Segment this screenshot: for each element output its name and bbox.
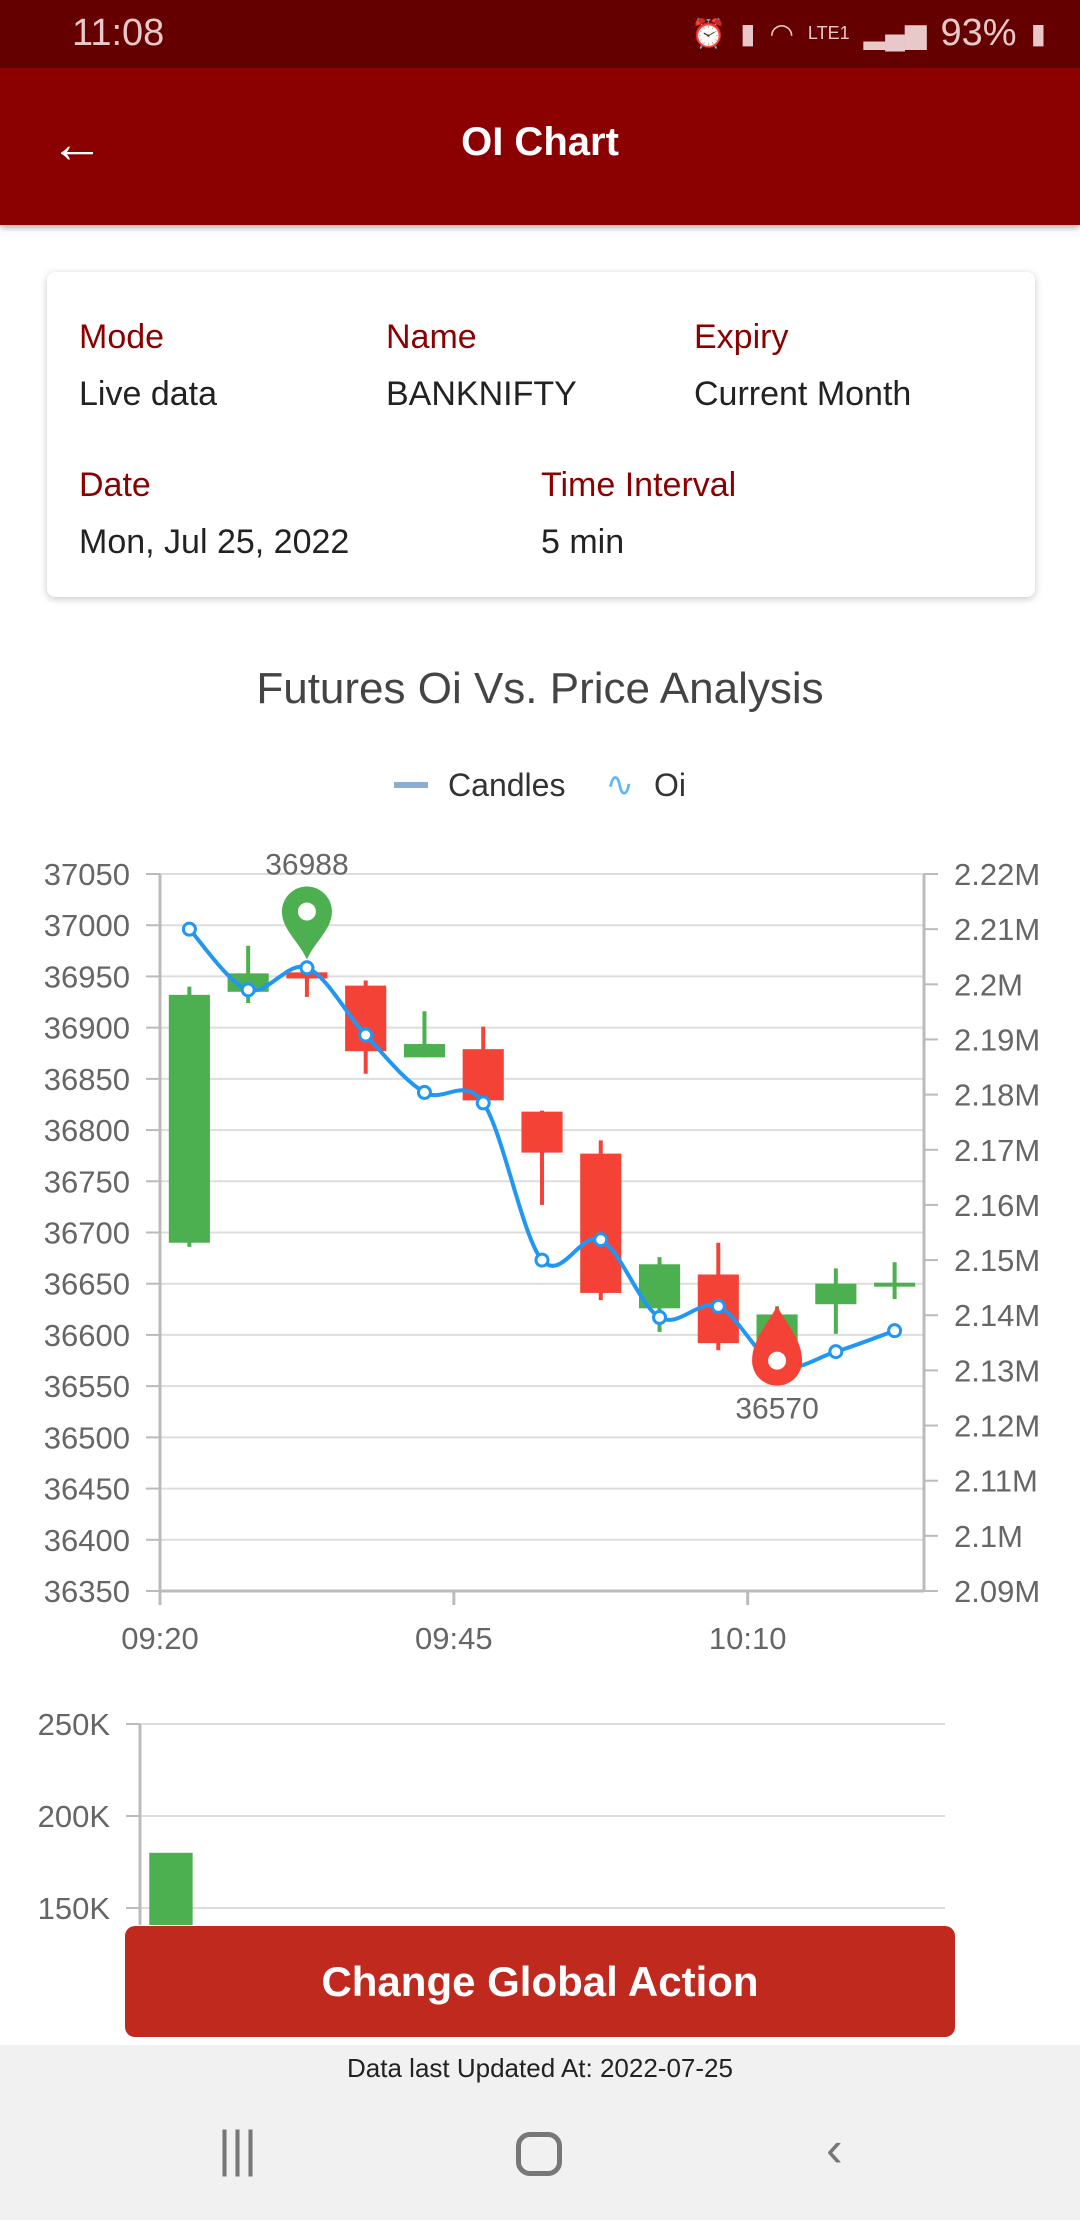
oi-point	[534, 1252, 550, 1268]
oi-point	[181, 921, 197, 937]
y-left-tick-label: 36900	[44, 1011, 130, 1046]
oi-point	[475, 1095, 491, 1111]
oi-point	[240, 982, 256, 998]
y-right-tick-label: 2.11M	[954, 1464, 1038, 1499]
volume-y-tick-label: 200K	[38, 1799, 111, 1834]
y-left-tick-label: 36450	[44, 1472, 130, 1507]
volume-bar	[149, 1852, 193, 1925]
oi-point	[710, 1298, 726, 1314]
home-icon[interactable]	[516, 2132, 562, 2176]
y-right-tick-label: 2.2M	[954, 967, 1023, 1002]
y-left-tick-label: 36850	[44, 1062, 130, 1097]
oi-point	[358, 1027, 374, 1043]
high-marker-dot	[297, 902, 316, 921]
volume-y-tick-label: 150K	[38, 1891, 111, 1925]
high-marker-label: 36988	[265, 849, 348, 882]
y-right-tick-label: 2.19M	[954, 1022, 1040, 1057]
y-right-tick-label: 2.13M	[954, 1353, 1040, 1388]
y-right-tick-label: 2.16M	[954, 1188, 1040, 1223]
y-left-tick-label: 37000	[44, 908, 130, 943]
oi-point	[416, 1084, 432, 1100]
y-left-tick-label: 36350	[44, 1574, 130, 1609]
candle-body	[168, 994, 210, 1243]
y-left-tick-label: 36500	[44, 1420, 130, 1455]
x-tick-label: 09:20	[121, 1621, 199, 1656]
y-left-tick-label: 36800	[44, 1113, 130, 1148]
oi-point	[887, 1323, 903, 1339]
candle-body	[403, 1044, 446, 1058]
y-left-tick-label: 36600	[44, 1318, 130, 1353]
y-left-tick-label: 36950	[44, 959, 130, 994]
y-right-tick-label: 2.09M	[954, 1574, 1040, 1609]
y-right-tick-label: 2.22M	[954, 857, 1040, 892]
oi-price-chart: 37050 37000 36950 36900 36850 36800 36750 36700…	[38, 849, 1040, 1925]
change-global-action-button[interactable]: Change Global Action	[125, 1926, 955, 2037]
y-left-tick-label: 36700	[44, 1216, 130, 1251]
oi-point	[299, 960, 315, 976]
oi-point	[593, 1232, 609, 1248]
x-tick-label: 09:45	[415, 1621, 493, 1656]
candle-body	[521, 1111, 563, 1153]
y-left-tick-label: 36550	[44, 1369, 130, 1404]
volume-y-tick-label: 250K	[38, 1707, 111, 1742]
back-icon[interactable]: ‹	[826, 2120, 843, 2178]
recent-apps-icon[interactable]: |||	[218, 2120, 257, 2178]
x-tick-label: 10:10	[709, 1621, 787, 1656]
y-right-tick-label: 2.14M	[954, 1298, 1040, 1333]
low-marker-dot	[768, 1351, 787, 1370]
y-right-tick-label: 2.21M	[954, 912, 1040, 947]
high-marker-pin	[281, 886, 332, 960]
low-marker-label: 36570	[735, 1393, 818, 1426]
y-left-tick-label: 37050	[44, 857, 130, 892]
oi-point	[828, 1344, 844, 1360]
y-right-tick-label: 2.12M	[954, 1409, 1040, 1444]
y-left-tick-label: 36750	[44, 1164, 130, 1199]
candle-body	[580, 1153, 622, 1293]
candle-body	[815, 1283, 857, 1305]
y-left-tick-label: 36400	[44, 1523, 130, 1558]
candle-body	[874, 1282, 916, 1287]
y-right-tick-label: 2.17M	[954, 1133, 1040, 1168]
last-updated-text: Data last Updated At: 2022-07-25	[347, 2053, 733, 2083]
y-right-tick-label: 2.18M	[954, 1078, 1040, 1113]
y-right-tick-label: 2.15M	[954, 1243, 1040, 1278]
oi-point	[652, 1309, 668, 1325]
y-right-tick-label: 2.1M	[954, 1519, 1023, 1554]
y-left-tick-label: 36650	[44, 1267, 130, 1302]
